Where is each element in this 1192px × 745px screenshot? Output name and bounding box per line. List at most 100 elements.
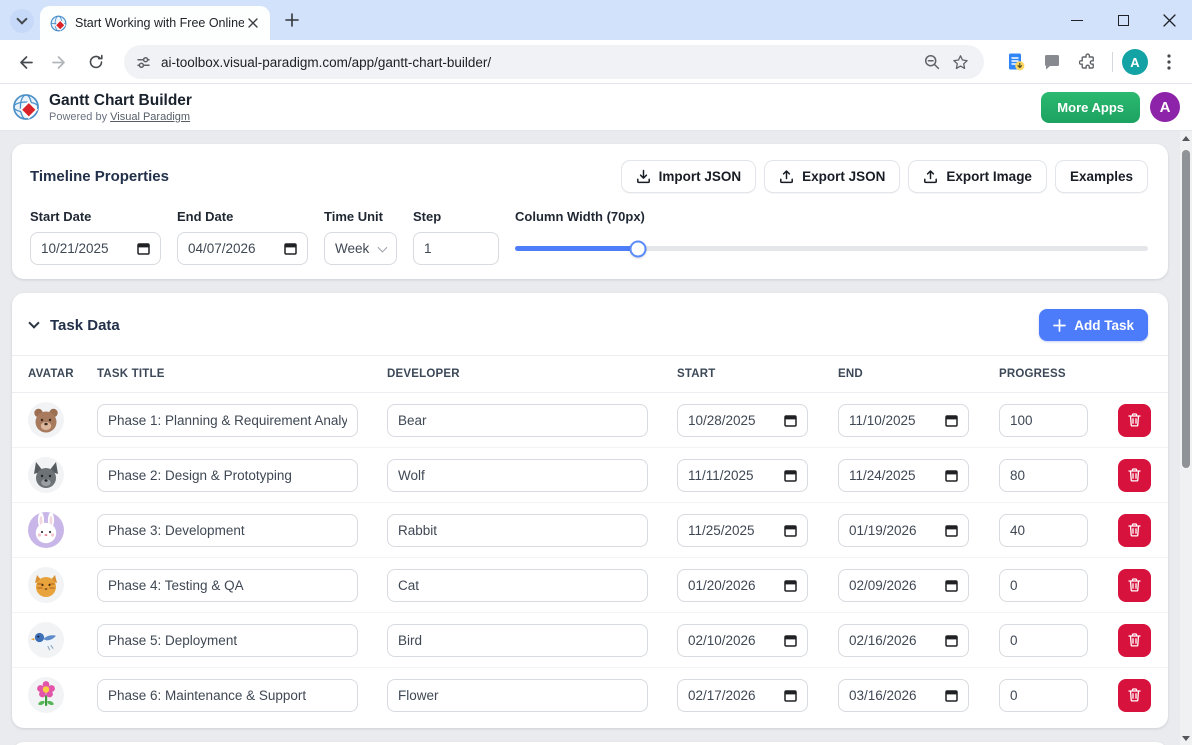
- col-task-title: TASK TITLE: [97, 368, 165, 380]
- start-date-input[interactable]: 10/21/2025: [30, 232, 161, 265]
- progress-input[interactable]: [999, 623, 1088, 657]
- start-date-input[interactable]: 01/20/2026: [677, 568, 808, 602]
- scrollbar-thumb[interactable]: [1182, 150, 1190, 468]
- calendar-icon[interactable]: [784, 634, 797, 647]
- start-date-input[interactable]: 10/28/2025: [677, 403, 808, 437]
- site-settings-icon[interactable]: [136, 55, 151, 70]
- progress-input[interactable]: [999, 458, 1088, 492]
- back-button[interactable]: [8, 46, 40, 78]
- comment-icon[interactable]: [1037, 47, 1067, 77]
- user-avatar[interactable]: A: [1150, 92, 1180, 122]
- page-scrollbar[interactable]: [1180, 131, 1192, 745]
- delete-task-button[interactable]: [1118, 513, 1151, 547]
- progress-input[interactable]: [999, 403, 1088, 437]
- developer-input[interactable]: [387, 568, 648, 602]
- calendar-icon[interactable]: [945, 524, 958, 537]
- more-apps-button[interactable]: More Apps: [1041, 91, 1140, 123]
- minimize-button[interactable]: [1054, 0, 1100, 40]
- end-date-input[interactable]: 01/19/2026: [838, 513, 969, 547]
- col-end: END: [838, 368, 863, 380]
- browser-menu-icon[interactable]: [1154, 47, 1184, 77]
- task-title-input[interactable]: [97, 458, 358, 492]
- tab-close-icon[interactable]: [244, 14, 262, 32]
- examples-button[interactable]: Examples: [1054, 160, 1148, 193]
- calendar-icon[interactable]: [945, 579, 958, 592]
- calendar-icon[interactable]: [784, 524, 797, 537]
- developer-input[interactable]: [387, 623, 648, 657]
- task-data-collapse-toggle[interactable]: Task Data: [28, 317, 120, 334]
- calendar-icon[interactable]: [945, 414, 958, 427]
- calendar-icon[interactable]: [784, 579, 797, 592]
- progress-input[interactable]: [999, 678, 1088, 712]
- time-unit-select[interactable]: Week: [324, 232, 397, 265]
- delete-task-button[interactable]: [1118, 403, 1151, 437]
- browser-tab[interactable]: Start Working with Free Online: [40, 6, 270, 40]
- developer-input[interactable]: [387, 458, 648, 492]
- scroll-up-arrow[interactable]: [1180, 131, 1192, 145]
- task-title-input[interactable]: [97, 403, 358, 437]
- end-date-input[interactable]: 03/16/2026: [838, 678, 969, 712]
- task-title-input[interactable]: [97, 568, 358, 602]
- url-text[interactable]: ai-toolbox.visual-paradigm.com/app/gantt…: [161, 55, 918, 70]
- task-title-input[interactable]: [97, 623, 358, 657]
- delete-task-button[interactable]: [1118, 678, 1151, 712]
- browser-profile-avatar[interactable]: A: [1122, 49, 1148, 75]
- scroll-down-arrow[interactable]: [1180, 731, 1192, 745]
- delete-task-button[interactable]: [1118, 568, 1151, 602]
- bookmark-star-icon[interactable]: [946, 48, 974, 76]
- developer-input[interactable]: [387, 513, 648, 547]
- maximize-button[interactable]: [1100, 0, 1146, 40]
- end-date-input[interactable]: 11/24/2025: [838, 458, 969, 492]
- slider-thumb[interactable]: [629, 240, 647, 257]
- col-developer: DEVELOPER: [387, 368, 460, 380]
- zoom-out-icon[interactable]: [918, 48, 946, 76]
- extensions-icon[interactable]: [1073, 47, 1103, 77]
- start-date-input[interactable]: 02/10/2026: [677, 623, 808, 657]
- task-title-input[interactable]: [97, 513, 358, 547]
- start-date-input[interactable]: 11/25/2025: [677, 513, 808, 547]
- progress-input[interactable]: [999, 568, 1088, 602]
- end-date-input[interactable]: 11/10/2025: [838, 403, 969, 437]
- calendar-icon[interactable]: [945, 469, 958, 482]
- delete-task-button[interactable]: [1118, 458, 1151, 492]
- calendar-icon[interactable]: [945, 689, 958, 702]
- calendar-icon[interactable]: [945, 634, 958, 647]
- avatar: [28, 677, 64, 713]
- table-row: 02/17/2026 03/16/2026: [12, 668, 1168, 722]
- end-date-input[interactable]: 04/07/2026: [177, 232, 308, 265]
- start-date-label: Start Date: [30, 209, 92, 224]
- add-task-button[interactable]: Add Task: [1039, 309, 1148, 341]
- docs-offline-icon[interactable]: [1001, 47, 1031, 77]
- avatar: [28, 622, 64, 658]
- column-width-slider[interactable]: [515, 240, 1148, 257]
- progress-input[interactable]: [999, 513, 1088, 547]
- close-button[interactable]: [1146, 0, 1192, 40]
- developer-input[interactable]: [387, 403, 648, 437]
- calendar-icon[interactable]: [784, 469, 797, 482]
- tab-search-button[interactable]: [10, 9, 34, 33]
- end-date-input[interactable]: 02/09/2026: [838, 568, 969, 602]
- calendar-icon[interactable]: [137, 242, 150, 255]
- calendar-icon[interactable]: [284, 242, 297, 255]
- visual-paradigm-link[interactable]: Visual Paradigm: [110, 111, 190, 123]
- start-date-input[interactable]: 02/17/2026: [677, 678, 808, 712]
- start-date-input[interactable]: 11/11/2025: [677, 458, 808, 492]
- timeline-properties-title: Timeline Properties: [30, 168, 169, 185]
- export-json-button[interactable]: Export JSON: [764, 160, 901, 193]
- developer-input[interactable]: [387, 678, 648, 712]
- delete-task-button[interactable]: [1118, 623, 1151, 657]
- calendar-icon[interactable]: [784, 414, 797, 427]
- flower-avatar-icon: [37, 681, 55, 706]
- reload-button[interactable]: [80, 46, 112, 78]
- export-image-button[interactable]: Export Image: [908, 160, 1047, 193]
- calendar-icon[interactable]: [784, 689, 797, 702]
- new-tab-button[interactable]: [280, 8, 304, 32]
- forward-button[interactable]: [44, 46, 76, 78]
- step-input[interactable]: [413, 232, 499, 265]
- bird-avatar-icon: [30, 632, 56, 651]
- address-bar[interactable]: ai-toolbox.visual-paradigm.com/app/gantt…: [124, 45, 984, 79]
- page-content: Timeline Properties Import JSON Export J…: [0, 131, 1180, 745]
- import-json-button[interactable]: Import JSON: [620, 160, 757, 193]
- end-date-input[interactable]: 02/16/2026: [838, 623, 969, 657]
- task-title-input[interactable]: [97, 678, 358, 712]
